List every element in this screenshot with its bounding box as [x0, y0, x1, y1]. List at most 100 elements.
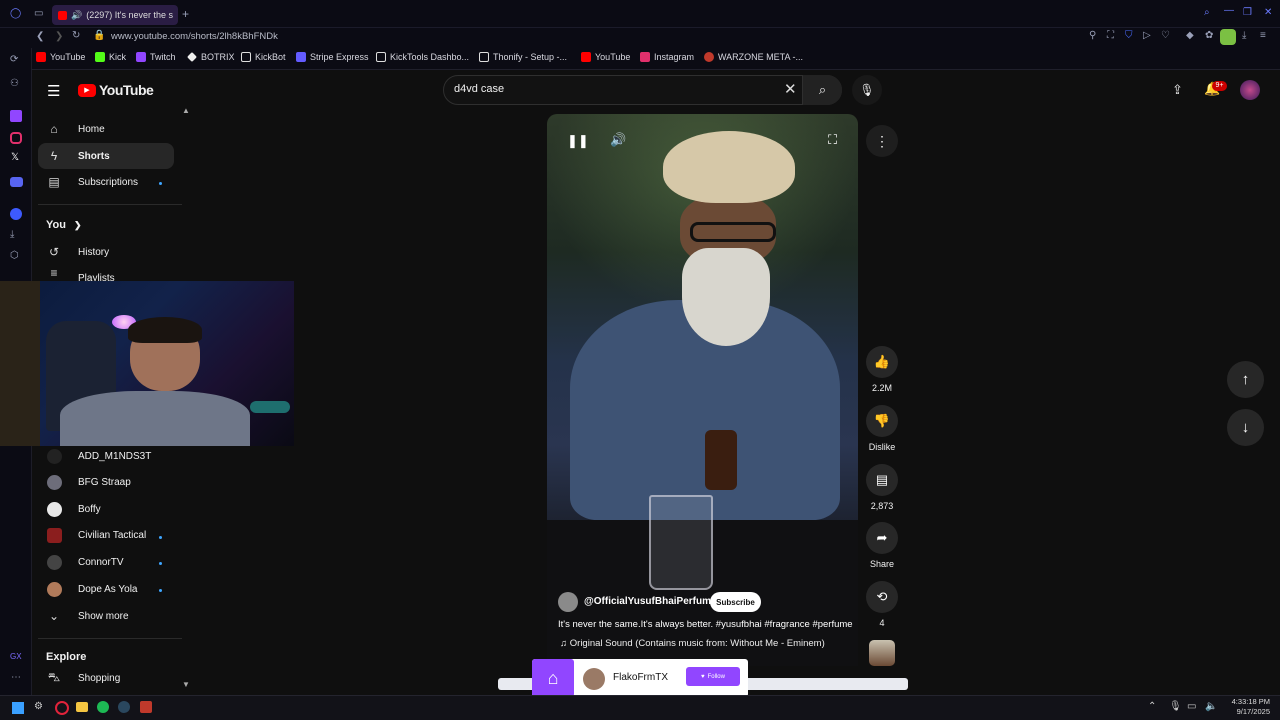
pause-icon[interactable]: ❚❚: [567, 133, 589, 149]
fullscreen-icon[interactable]: ⛶: [828, 132, 837, 148]
like-button[interactable]: 👍: [866, 346, 898, 378]
steam-icon[interactable]: [118, 701, 130, 713]
bookmark-item[interactable]: KickBot: [241, 52, 286, 62]
snapshot-icon[interactable]: ⛶: [1107, 31, 1114, 41]
puzzle-icon[interactable]: ✿: [1205, 31, 1213, 41]
gx-icon[interactable]: GX: [10, 652, 22, 661]
share-button[interactable]: ➦: [866, 522, 898, 554]
more-sidebar-icon[interactable]: ⋯: [11, 673, 21, 683]
search-button[interactable]: ⌕: [802, 75, 842, 105]
bookmark-item[interactable]: Twitch: [136, 52, 176, 62]
back-icon[interactable]: ❮: [36, 32, 44, 42]
sidebar-scroll-down-icon[interactable]: ▼: [182, 680, 190, 689]
twitch-sidebar-icon[interactable]: [10, 110, 22, 122]
microphone-tray-icon[interactable]: 🎙: [1169, 702, 1182, 712]
account-avatar[interactable]: [1240, 80, 1260, 100]
previous-short-button[interactable]: ↑: [1227, 361, 1264, 398]
volume-tray-icon[interactable]: 🔈: [1205, 702, 1217, 712]
menu-icon[interactable]: ≡: [1260, 31, 1266, 41]
subscribe-button[interactable]: Subscribe: [710, 592, 761, 612]
bookmark-item[interactable]: Kick: [95, 52, 126, 62]
sidebar-item-history[interactable]: ↺ History: [38, 239, 174, 265]
close-window-icon[interactable]: ✕: [1264, 8, 1272, 18]
search-tabs-icon[interactable]: ⌕: [1204, 8, 1210, 18]
file-explorer-icon[interactable]: [76, 702, 88, 712]
history-sidebar-icon[interactable]: ⬡: [10, 251, 19, 261]
download-icon[interactable]: ⤓: [1242, 31, 1246, 41]
app-icon[interactable]: [140, 701, 152, 713]
downloads-sidebar-icon[interactable]: ⤓: [10, 230, 14, 240]
heart-icon[interactable]: ♡: [1161, 31, 1170, 41]
url-field[interactable]: www.youtube.com/shorts/2lh8kBhFNDk: [111, 31, 278, 42]
bookmark-item[interactable]: BOTRIX: [187, 52, 235, 62]
bookmark-item[interactable]: KickTools Dashbo...: [376, 52, 469, 62]
voice-search-button[interactable]: 🎙: [852, 75, 882, 105]
bookmark-item[interactable]: WARZONE META -...: [704, 52, 803, 62]
opera-logo-icon[interactable]: ◯: [10, 9, 21, 19]
channel-avatar[interactable]: [558, 592, 578, 612]
bookmark-item[interactable]: Instagram: [640, 52, 694, 62]
opera-gx-taskbar-icon[interactable]: [55, 701, 69, 715]
x-sidebar-icon[interactable]: 𝕏: [11, 153, 19, 163]
clock[interactable]: 4:33:18 PM 9/17/2025: [1222, 697, 1270, 717]
dislike-action[interactable]: 👎 Dislike: [866, 405, 898, 452]
channel-name[interactable]: @OfficialYusufBhaiPerfumer: [584, 596, 720, 607]
share-action[interactable]: ➦ Share: [866, 522, 898, 569]
forward-icon[interactable]: ❯: [55, 32, 63, 42]
sidebar-item-shopping[interactable]: ⛍ Shopping: [38, 668, 174, 688]
hamburger-menu-icon[interactable]: ☰: [47, 82, 60, 100]
search-input[interactable]: d4vd case: [454, 83, 504, 95]
comments-action[interactable]: ▤ 2,873: [866, 464, 898, 511]
discord-sidebar-icon[interactable]: [10, 177, 23, 187]
remix-button[interactable]: ⟲: [866, 581, 898, 613]
bookmark-item[interactable]: YouTube: [581, 52, 630, 62]
next-short-button[interactable]: ↓: [1227, 409, 1264, 446]
clear-search-icon[interactable]: ✕: [784, 80, 797, 98]
vpn-shield-icon[interactable]: ⛉: [1125, 31, 1133, 41]
instagram-sidebar-icon[interactable]: [10, 132, 22, 144]
comments-button[interactable]: ▤: [866, 464, 898, 496]
subscription-item[interactable]: Boffy: [38, 496, 174, 522]
aria-icon[interactable]: ⚇: [10, 79, 19, 89]
minimize-icon[interactable]: —: [1224, 6, 1234, 16]
youtube-logo[interactable]: ▶ YouTube: [78, 82, 154, 98]
speed-dial-icon[interactable]: ⟳: [10, 55, 18, 65]
subscription-item[interactable]: ADD_M1NDS3T: [38, 443, 174, 469]
player-icon[interactable]: ▷: [1143, 31, 1151, 41]
bookmark-item[interactable]: YouTube: [36, 52, 85, 62]
profile-extension-icon[interactable]: [1220, 29, 1236, 45]
tab-menu-icon[interactable]: ▭: [34, 9, 43, 19]
subscription-item[interactable]: ConnorTV: [38, 549, 174, 575]
more-options-button[interactable]: ⋮: [866, 125, 898, 157]
tab-active[interactable]: 🔊 (2297) It's never the s: [52, 5, 178, 25]
like-action[interactable]: 👍 2.2M: [866, 346, 898, 393]
sidebar-item-subscriptions[interactable]: ▤ Subscriptions: [38, 169, 174, 195]
messenger-sidebar-icon[interactable]: [10, 208, 22, 220]
sound-info[interactable]: ♫ Original Sound (Contains music from: W…: [560, 638, 825, 649]
subscription-item[interactable]: Dope As Yola: [38, 576, 174, 602]
sound-thumbnail[interactable]: [869, 640, 895, 666]
windows-start-icon[interactable]: [12, 702, 24, 714]
reload-icon[interactable]: ↻: [72, 31, 80, 41]
spotify-icon[interactable]: [97, 701, 109, 713]
subscription-item[interactable]: BFG Straap: [38, 469, 174, 495]
video-caption[interactable]: It's never the same.It's always better. …: [558, 619, 853, 630]
restore-icon[interactable]: ❐: [1243, 8, 1252, 18]
sidebar-you-header[interactable]: You ❯: [46, 219, 82, 231]
tray-chevron-icon[interactable]: ⌃: [1148, 702, 1156, 712]
sidebar-item-playlists[interactable]: ≡ Playlists: [38, 266, 174, 281]
sidebar-show-more[interactable]: ⌄ Show more: [38, 603, 174, 629]
network-icon[interactable]: ▭: [1187, 702, 1196, 712]
subscription-item[interactable]: Civilian Tactical: [38, 522, 174, 548]
upload-icon[interactable]: ⇪: [1172, 82, 1183, 98]
dislike-button[interactable]: 👎: [866, 405, 898, 437]
bookmark-pin-icon[interactable]: ⚲: [1089, 31, 1096, 41]
bookmark-item[interactable]: Thonify - Setup -...: [479, 52, 567, 62]
remix-action[interactable]: ⟲ 4: [866, 581, 898, 628]
new-tab-icon[interactable]: +: [182, 8, 189, 20]
sidebar-item-home[interactable]: ⌂ Home: [38, 116, 174, 142]
extension-icon[interactable]: ◆: [1186, 31, 1194, 41]
volume-icon[interactable]: 🔊: [610, 132, 626, 148]
settings-icon[interactable]: ⚙: [34, 702, 43, 712]
sidebar-scroll-up-icon[interactable]: ▲: [182, 106, 190, 115]
